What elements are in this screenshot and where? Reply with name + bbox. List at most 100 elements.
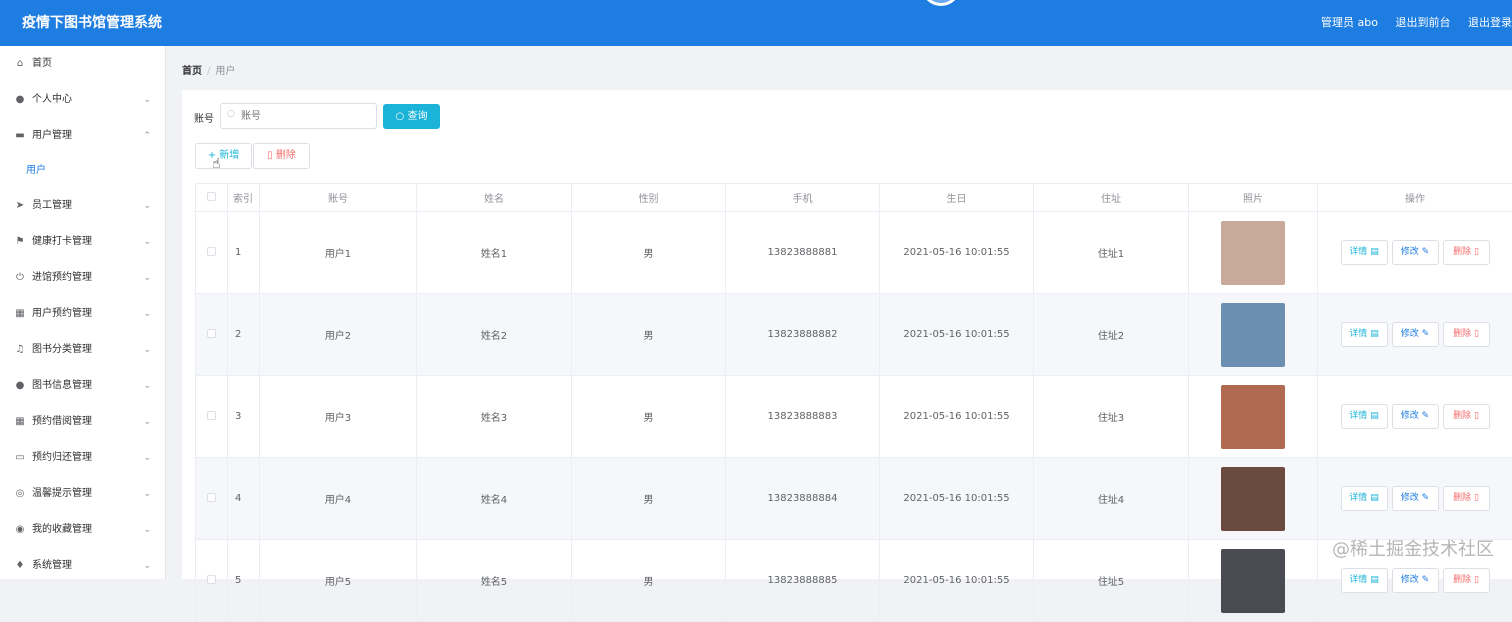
cell-name: 姓名3 [417,376,572,458]
delete-button[interactable]: 删除 ▯ [1443,322,1490,347]
sidebar-item[interactable]: ⚑健康打卡管理⌄ [0,224,165,260]
account-search-input[interactable] [220,103,377,129]
trash-icon: ▯ [1474,575,1479,585]
document-icon: ▤ [1370,575,1379,585]
mouse-cursor-icon: ☝ [212,156,221,172]
select-all-checkbox[interactable] [196,184,228,212]
sidebar-item[interactable]: ⏻进馆预约管理⌄ [0,260,165,296]
sidebar-item-label: 健康打卡管理 [32,236,92,247]
delete-button[interactable]: 删除 ▯ [1443,404,1490,429]
delete-button[interactable]: 删除 ▯ [1443,568,1490,593]
cell-account: 用户1 [260,212,417,294]
edit-button[interactable]: 修改 ✎ [1392,240,1439,265]
ticket-icon: ▬ [14,118,26,154]
edit-label: 修改 [1401,329,1419,339]
cell-address: 住址5 [1034,540,1189,622]
sidebar-subitem-user[interactable]: 用户 [0,154,165,188]
detail-button[interactable]: 详情 ▤ [1341,568,1388,593]
cell-actions: 详情 ▤修改 ✎删除 ▯ [1318,212,1512,294]
user-photo[interactable] [1221,221,1285,285]
sidebar-item[interactable]: ◎温馨提示管理⌄ [0,476,165,512]
cell-birthday: 2021-05-16 10:01:55 [880,376,1034,458]
table-row: 3用户3姓名3男138238888832021-05-16 10:01:55住址… [196,376,1512,458]
sidebar-item[interactable]: ▬用户管理⌃ [0,118,165,154]
detail-label: 详情 [1349,493,1367,503]
row-checkbox[interactable] [196,540,228,622]
trash-icon: ▯ [1474,493,1479,503]
table-row: 2用户2姓名2男138238888822021-05-16 10:01:55住址… [196,294,1512,376]
cell-photo [1189,212,1318,294]
cell-index: 5 [228,540,260,622]
admin-user-link[interactable]: 管理员 abo [1321,16,1378,29]
add-button[interactable]: + 新增 [195,143,252,169]
row-checkbox[interactable] [196,212,228,294]
sidebar-item[interactable]: ♫图书分类管理⌄ [0,332,165,368]
cell-phone: 13823888883 [726,376,880,458]
sidebar-item[interactable]: ●图书信息管理⌄ [0,368,165,404]
user-photo[interactable] [1221,385,1285,449]
breadcrumb-home[interactable]: 首页 [182,66,202,77]
row-checkbox[interactable] [196,294,228,376]
delete-label: 删除 [1453,411,1471,421]
cell-gender: 男 [572,540,726,622]
detail-label: 详情 [1349,411,1367,421]
sidebar-item[interactable]: ▦用户预约管理⌄ [0,296,165,332]
delete-button[interactable]: 删除 ▯ [1443,240,1490,265]
delete-label: 删除 [1453,329,1471,339]
chevron-icon: ⌄ [143,296,151,332]
chevron-icon: ⌄ [143,82,151,118]
edit-button[interactable]: 修改 ✎ [1392,486,1439,511]
header-links: 管理员 abo 退出到前台 退出登录 [1321,14,1512,30]
cell-address: 住址4 [1034,458,1189,540]
sidebar-item-label: 系统管理 [32,560,72,571]
chevron-icon: ⌄ [143,440,151,476]
pencil-icon: ✎ [1422,493,1430,503]
cell-name: 姓名4 [417,458,572,540]
cell-account: 用户2 [260,294,417,376]
detail-button[interactable]: 详情 ▤ [1341,240,1388,265]
column-header: 住址 [1034,184,1189,212]
sidebar-item-label: 图书分类管理 [32,344,92,355]
cell-photo [1189,540,1318,622]
row-checkbox[interactable] [196,376,228,458]
sidebar-item[interactable]: ▭预约归还管理⌄ [0,440,165,476]
exit-to-frontend-link[interactable]: 退出到前台 [1396,16,1451,29]
user-photo[interactable] [1221,303,1285,367]
delete-label: 删除 [1453,493,1471,503]
cell-birthday: 2021-05-16 10:01:55 [880,458,1034,540]
query-button[interactable]: ○ 查询 [383,104,440,129]
sidebar-item[interactable]: ▦预约借阅管理⌄ [0,404,165,440]
edit-button[interactable]: 修改 ✎ [1392,322,1439,347]
cell-account: 用户3 [260,376,417,458]
detail-button[interactable]: 详情 ▤ [1341,404,1388,429]
cell-address: 住址1 [1034,212,1189,294]
table-header-row: 索引 账号 姓名 性别 手机 生日 住址 照片 操作 [196,184,1512,212]
edit-button[interactable]: 修改 ✎ [1392,568,1439,593]
detail-label: 详情 [1349,329,1367,339]
cell-actions: 详情 ▤修改 ✎删除 ▯ [1318,458,1512,540]
logout-link[interactable]: 退出登录 [1468,16,1512,29]
table-row: 4用户4姓名4男138238888842021-05-16 10:01:55住址… [196,458,1512,540]
detail-button[interactable]: 详情 ▤ [1341,486,1388,511]
chevron-icon: ⌄ [143,224,151,260]
sidebar-item[interactable]: ◉我的收藏管理⌄ [0,512,165,548]
user-table: 索引 账号 姓名 性别 手机 生日 住址 照片 操作 1用户1姓名1男13823… [195,183,1512,622]
trash-icon: ▯ [267,150,276,161]
user-photo[interactable] [1221,549,1285,613]
detail-button[interactable]: 详情 ▤ [1341,322,1388,347]
row-checkbox[interactable] [196,458,228,540]
user-photo[interactable] [1221,467,1285,531]
sidebar-item[interactable]: ➤员工管理⌄ [0,188,165,224]
home-icon: ⌂ [14,46,26,82]
edit-button[interactable]: 修改 ✎ [1392,404,1439,429]
cell-photo [1189,294,1318,376]
cell-phone: 13823888884 [726,458,880,540]
delete-button[interactable]: 删除 ▯ [1443,486,1490,511]
sidebar: ⌂首页●个人中心⌄▬用户管理⌃用户➤员工管理⌄⚑健康打卡管理⌄⏻进馆预约管理⌄▦… [0,46,166,579]
sidebar-item[interactable]: ●个人中心⌄ [0,82,165,118]
top-header: 疫情下图书馆管理系统 管理员 abo 退出到前台 退出登录 [0,0,1512,46]
batch-delete-button[interactable]: ▯ 删除 [253,143,310,169]
sidebar-item-label: 图书信息管理 [32,380,92,391]
cell-gender: 男 [572,294,726,376]
sidebar-item[interactable]: ⌂首页 [0,46,165,82]
